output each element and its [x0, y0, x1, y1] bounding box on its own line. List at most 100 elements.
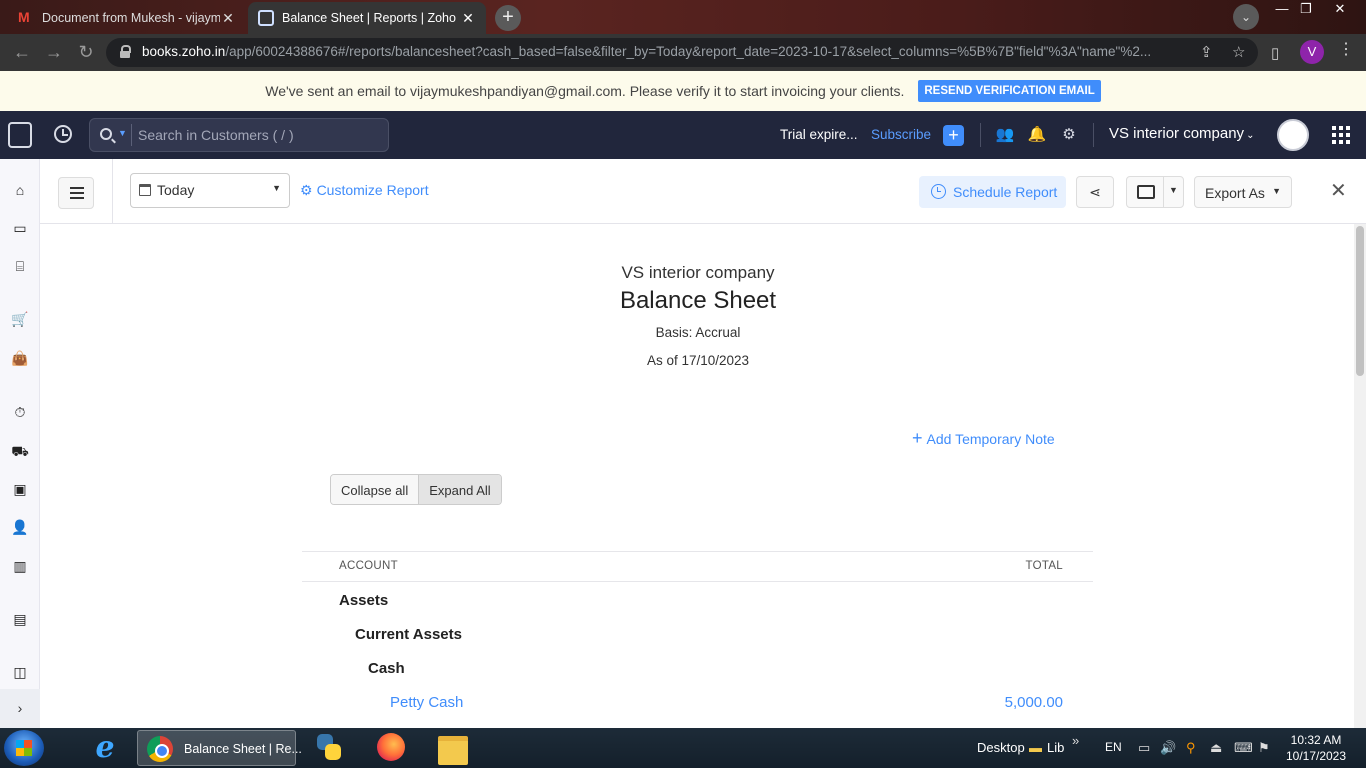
banner-message: We've sent an email to vijaymukeshpandiy…: [265, 83, 905, 99]
zoho-books-logo-icon[interactable]: [8, 122, 32, 148]
taskbar-window-title: Balance Sheet | Re...: [184, 742, 302, 756]
table-row: Petty Cash 5,000.00: [302, 684, 1093, 718]
truck-icon[interactable]: ⛟: [11, 442, 29, 460]
expand-all-button[interactable]: Expand All: [419, 475, 501, 504]
table-row: Cash: [302, 650, 1093, 684]
recent-history-icon[interactable]: [54, 125, 72, 143]
url-host: books.zoho.in: [142, 44, 226, 59]
reload-icon[interactable]: ↻: [74, 40, 98, 64]
date-range-select[interactable]: Today ▼: [130, 173, 290, 208]
reports-icon[interactable]: ▥: [11, 557, 29, 575]
profile-avatar[interactable]: V: [1300, 40, 1324, 64]
library-label[interactable]: Lib: [1047, 740, 1064, 755]
tab-title: Balance Sheet | Reports | Zoho Bo: [282, 11, 460, 25]
user-avatar[interactable]: [1277, 119, 1309, 151]
chevron-down-icon[interactable]: ▼: [118, 128, 127, 138]
python-icon[interactable]: [314, 730, 344, 766]
search-icon[interactable]: [100, 128, 112, 140]
chevron-right-icon[interactable]: »: [1072, 733, 1079, 748]
keyboard-icon[interactable]: ⌨: [1234, 740, 1253, 756]
quick-create-button[interactable]: +: [943, 125, 964, 146]
language-indicator[interactable]: EN: [1105, 740, 1122, 754]
org-switcher[interactable]: VS interior company ⌄: [1109, 125, 1254, 142]
items-icon[interactable]: ▭: [11, 219, 29, 237]
shopping-bag-icon[interactable]: 👜: [11, 349, 29, 367]
users-icon[interactable]: 👥: [995, 125, 1015, 145]
restore-icon[interactable]: ❐: [1294, 0, 1318, 18]
start-button[interactable]: [4, 730, 44, 766]
browser-toolbar: ← → ↻ books.zoho.in/app/60024388676#/rep…: [0, 34, 1366, 71]
share-icon[interactable]: ⇪: [1200, 43, 1213, 61]
documents-icon[interactable]: ▤: [11, 610, 29, 628]
divider: [1163, 177, 1164, 207]
timer-icon[interactable]: ⏱: [11, 403, 29, 421]
customize-label: Customize Report: [316, 182, 429, 198]
cart-icon[interactable]: 🛒: [11, 310, 29, 328]
accountant-icon[interactable]: 👤: [11, 518, 29, 536]
more-menu-icon[interactable]: ⋮: [1338, 39, 1354, 59]
clock-time: 10:32 AM: [1290, 733, 1342, 747]
tab-gmail[interactable]: Document from Mukesh - vijaym ✕: [8, 2, 246, 34]
trial-status[interactable]: Trial expire...: [780, 127, 858, 142]
account-group-label: Current Assets: [355, 626, 462, 643]
caret-down-icon[interactable]: ▼: [1169, 185, 1178, 195]
url-text[interactable]: books.zoho.in/app/60024388676#/reports/b…: [142, 44, 1182, 59]
forward-icon[interactable]: →: [42, 40, 66, 64]
calendar-icon: [139, 184, 151, 196]
account-link[interactable]: Petty Cash: [390, 694, 463, 711]
sidepanel-icon[interactable]: ▯: [1271, 44, 1279, 62]
back-icon[interactable]: ←: [10, 40, 34, 64]
system-clock[interactable]: 10:32 AM 10/17/2023: [1283, 732, 1349, 764]
search-input[interactable]: [138, 125, 378, 145]
scrollbar[interactable]: [1354, 224, 1366, 728]
desktop-toolbar-label[interactable]: Desktop: [977, 740, 1025, 755]
collapse-all-button[interactable]: Collapse all: [331, 475, 420, 504]
clock-date: 10/17/2023: [1285, 749, 1347, 763]
share-button[interactable]: ⋖: [1076, 176, 1114, 208]
minimize-icon[interactable]: —: [1270, 0, 1294, 18]
export-as-button[interactable]: Export As ▼: [1194, 176, 1292, 208]
gear-icon[interactable]: ⚙: [1059, 125, 1079, 145]
tab-balance-sheet[interactable]: Balance Sheet | Reports | Zoho Bo ✕: [248, 2, 486, 34]
tax-icon[interactable]: ▣: [11, 480, 29, 498]
volume-icon[interactable]: 🔊: [1160, 740, 1176, 756]
internet-explorer-icon[interactable]: e: [90, 730, 120, 766]
expand-sidebar-icon[interactable]: ›: [0, 689, 40, 728]
close-icon[interactable]: ✕: [1330, 181, 1347, 201]
close-icon[interactable]: ✕: [220, 10, 236, 27]
add-temporary-note-link[interactable]: + Add Temporary Note: [912, 428, 1055, 449]
customize-report-link[interactable]: ⚙ Customize Report: [300, 182, 429, 199]
account-amount-link[interactable]: 5,000.00: [1005, 694, 1063, 711]
library-folder-icon: ▬: [1029, 740, 1042, 755]
gmail-icon: [18, 9, 34, 25]
print-button[interactable]: ▼: [1126, 176, 1184, 208]
browser-tabbar: Document from Mukesh - vijaym ✕ Balance …: [0, 0, 1366, 34]
network-icon[interactable]: ▭: [1138, 740, 1150, 756]
apps-grid-icon[interactable]: [1332, 126, 1350, 144]
scrollbar-thumb[interactable]: [1356, 226, 1364, 376]
usb-icon[interactable]: ⏏: [1210, 740, 1222, 756]
file-explorer-icon[interactable]: [437, 730, 469, 766]
taskbar-chrome-button[interactable]: Balance Sheet | Re...: [137, 730, 302, 766]
divider: [1093, 123, 1094, 147]
address-bar[interactable]: books.zoho.in/app/60024388676#/reports/b…: [106, 38, 1258, 67]
action-center-flag-icon[interactable]: ⚑: [1258, 740, 1270, 756]
bell-icon[interactable]: 🔔: [1027, 125, 1047, 145]
new-tab-button[interactable]: +: [495, 5, 521, 31]
schedule-report-button[interactable]: Schedule Report: [919, 176, 1066, 208]
close-icon[interactable]: ✕: [460, 10, 476, 27]
subscribe-link[interactable]: Subscribe: [871, 127, 931, 142]
home-icon[interactable]: ⌂: [11, 181, 29, 199]
hamburger-menu-button[interactable]: [58, 177, 94, 209]
firefox-icon[interactable]: [376, 730, 406, 766]
banking-icon[interactable]: ⌸: [11, 257, 29, 275]
search-tray-icon[interactable]: ⚲: [1186, 740, 1196, 756]
tab-search-icon[interactable]: ⌄: [1233, 4, 1259, 30]
bookmark-star-icon[interactable]: ☆: [1232, 43, 1245, 61]
web-tabs-icon[interactable]: ◫: [11, 663, 29, 681]
org-name: VS interior company: [1109, 125, 1245, 142]
resend-verification-button[interactable]: RESEND VERIFICATION EMAIL: [918, 80, 1101, 102]
caret-down-icon: ▼: [272, 183, 281, 193]
export-label: Export As: [1205, 185, 1265, 201]
close-window-icon[interactable]: ✕: [1328, 0, 1352, 18]
